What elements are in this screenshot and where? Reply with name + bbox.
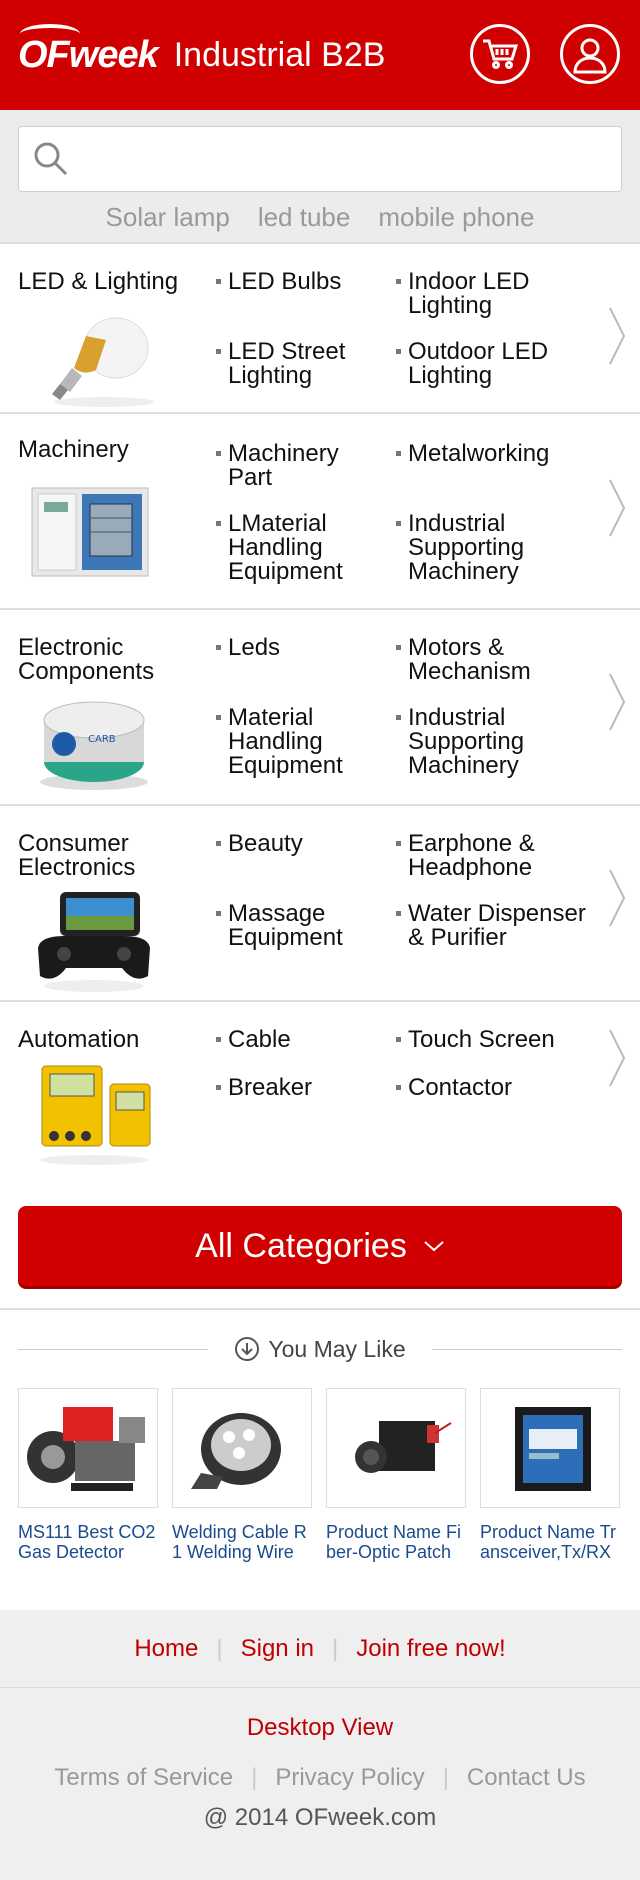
machinery-image: [31, 487, 149, 577]
svg-text:CARB: CARB: [88, 734, 116, 745]
subcategory[interactable]: Material Handling Equipment: [216, 706, 386, 778]
divider: [432, 1349, 622, 1350]
header: OFweek Industrial B2B: [0, 0, 640, 110]
separator: |: [216, 1634, 223, 1662]
subcategory[interactable]: Contactor: [396, 1076, 586, 1100]
subcategory[interactable]: Industrial Supporting Machinery: [396, 706, 586, 778]
logo-swoosh: [20, 23, 80, 44]
chevron-right-icon: [609, 479, 626, 537]
subcategory[interactable]: Breaker: [216, 1076, 386, 1100]
you-may-like-header: You May Like: [18, 1310, 622, 1388]
gamepad-image: [38, 892, 150, 992]
subcategory[interactable]: Industrial Supporting Machinery: [396, 512, 586, 584]
subcategory[interactable]: LED Bulbs: [216, 270, 386, 294]
chevron-right-icon: [609, 673, 626, 731]
you-may-like-label: You May Like: [268, 1335, 406, 1362]
product-card[interactable]: Welding Cable R1 Welding Wire: [172, 1388, 312, 1562]
legal-links: Terms of Service | Privacy Policy | Cont…: [0, 1764, 640, 1792]
subcategory[interactable]: Massage Equipment: [216, 902, 386, 950]
subcategory[interactable]: Machinery Part: [216, 442, 386, 490]
category-name: Machinery: [18, 436, 129, 463]
subcategory[interactable]: Touch Screen: [396, 1028, 586, 1052]
chevron-right-icon: [609, 869, 626, 927]
separator: |: [442, 1764, 449, 1791]
search-icon: [34, 142, 68, 176]
hot-words: Solar lamp led tube mobile phone: [18, 202, 622, 233]
all-categories-label: All Categories: [195, 1226, 407, 1265]
chevron-down-icon: [424, 1241, 444, 1252]
divider: [18, 1349, 208, 1350]
subcategory[interactable]: Leds: [216, 636, 386, 660]
subcategory[interactable]: Beauty: [216, 832, 386, 856]
user-button[interactable]: [560, 24, 620, 84]
category-name: Electronic Components: [18, 634, 155, 685]
subcategory[interactable]: Earphone & Headphone: [396, 832, 586, 880]
category-automation[interactable]: Automation Cable Touch Screen Breaker Co…: [0, 1000, 640, 1186]
product-name[interactable]: Welding Cable R1 Welding Wire: [172, 1522, 312, 1562]
product-image[interactable]: [326, 1388, 466, 1508]
product-image[interactable]: [480, 1388, 620, 1508]
hot-word-led-tube[interactable]: led tube: [258, 202, 351, 233]
subcategory[interactable]: Motors & Mechanism: [396, 636, 586, 684]
product-name[interactable]: Product Name Fiber-Optic Patch: [326, 1522, 466, 1562]
subcategory[interactable]: Water Dispenser & Purifier: [396, 902, 586, 950]
copyright: @ 2014 OFweek.com: [203, 1804, 437, 1831]
work-light-image: [191, 1413, 281, 1489]
hot-word-solar-lamp[interactable]: Solar lamp: [106, 202, 230, 233]
separator: |: [251, 1764, 258, 1791]
search-area: Solar lamp led tube mobile phone: [0, 110, 640, 242]
chevron-right-icon: [609, 307, 626, 365]
subcategory[interactable]: Indoor LED Lighting: [396, 270, 586, 318]
hot-word-mobile-phone[interactable]: mobile phone: [378, 202, 534, 233]
user-icon: [573, 38, 607, 74]
terms-link[interactable]: Terms of Service: [54, 1764, 233, 1792]
search-input[interactable]: [77, 129, 621, 189]
page-title: Industrial B2B: [173, 35, 386, 74]
cart-button[interactable]: [470, 24, 530, 84]
subcategory[interactable]: LED Street Lighting: [216, 340, 386, 388]
category-electronic-components[interactable]: Electronic Components CARB Leds Motors &…: [0, 608, 640, 804]
cart-icon: [483, 39, 519, 69]
chevron-right-icon: [609, 1029, 626, 1087]
category-name: LED & Lighting: [18, 268, 179, 295]
gas-sensor-image: CARB: [40, 701, 148, 790]
privacy-link[interactable]: Privacy Policy: [275, 1764, 424, 1792]
product-image[interactable]: [18, 1388, 158, 1508]
ofweek-logo[interactable]: OFweek: [18, 23, 159, 77]
separator: |: [332, 1634, 339, 1662]
product-name[interactable]: Product Name Transceiver,Tx/RX: [480, 1522, 620, 1562]
footer: Home | Sign in | Join free now! Desktop …: [0, 1610, 640, 1880]
product-list: MS111 Best CO2 Gas Detector Welding Cabl…: [0, 1388, 640, 1562]
all-categories-section: All Categories: [0, 1186, 640, 1310]
category-machinery[interactable]: Machinery Machinery Part Metalworking LM…: [0, 412, 640, 608]
join-free-link[interactable]: Join free now!: [356, 1635, 505, 1663]
arrow-down-circle-icon: [235, 1337, 260, 1361]
subcategory[interactable]: Outdoor LED Lighting: [396, 340, 586, 388]
subcategory[interactable]: Metalworking: [396, 442, 586, 466]
camera-image: [355, 1421, 452, 1473]
product-card[interactable]: Product Name Fiber-Optic Patch: [326, 1388, 466, 1562]
home-link[interactable]: Home: [134, 1635, 198, 1663]
all-categories-button[interactable]: All Categories: [18, 1206, 622, 1286]
contact-link[interactable]: Contact Us: [467, 1764, 586, 1792]
product-card[interactable]: Product Name Transceiver,Tx/RX: [480, 1388, 620, 1562]
category-name: Consumer Electronics: [18, 830, 136, 881]
led-bulb-image: [52, 317, 154, 407]
desktop-view-link[interactable]: Desktop View: [0, 1714, 640, 1742]
product-card[interactable]: MS111 Best CO2 Gas Detector: [18, 1388, 158, 1562]
subcategory[interactable]: LMaterial Handling Equipment: [216, 512, 386, 584]
subcategory[interactable]: Cable: [216, 1028, 386, 1052]
category-led-lighting[interactable]: LED & Lighting LED Bulbs Indoor LED Ligh…: [0, 242, 640, 412]
search-box[interactable]: [18, 126, 622, 192]
category-consumer-electronics[interactable]: Consumer Electronics Beauty Earphone & H…: [0, 804, 640, 1000]
footer-nav: Home | Sign in | Join free now!: [0, 1610, 640, 1688]
touch-panel-image: [515, 1407, 591, 1491]
engine-image: [27, 1407, 145, 1491]
product-name[interactable]: MS111 Best CO2 Gas Detector: [18, 1522, 158, 1562]
automation-image: [40, 1065, 151, 1165]
category-name: Automation: [18, 1026, 140, 1053]
sign-in-link[interactable]: Sign in: [241, 1635, 314, 1663]
product-image[interactable]: [172, 1388, 312, 1508]
you-may-like-title: You May Like: [224, 1335, 416, 1363]
